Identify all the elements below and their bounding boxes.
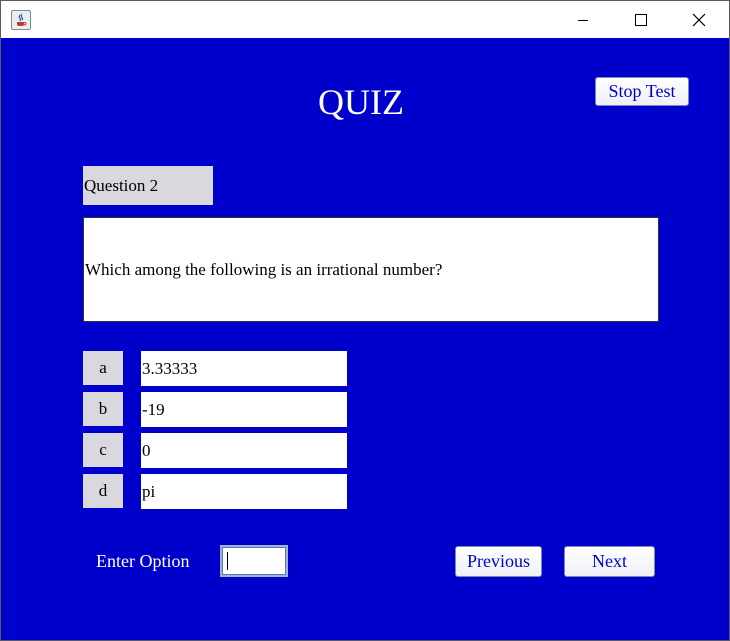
enter-option-label: Enter Option [96, 551, 190, 571]
close-icon [692, 13, 706, 26]
minimize-button[interactable] [554, 1, 612, 38]
question-number-label: Question 2 [83, 166, 213, 205]
question-text: Which among the following is an irration… [83, 217, 659, 322]
previous-button[interactable]: Previous [455, 546, 542, 577]
text-caret [227, 552, 228, 570]
quiz-panel: QUIZ Stop Test Question 2 Which among th… [1, 38, 729, 640]
option-a-key: a [83, 351, 123, 385]
maximize-button[interactable] [612, 1, 670, 38]
question-text-value: Which among the following is an irration… [85, 259, 443, 279]
option-a-value: 3.33333 [141, 351, 347, 386]
option-b-value: -19 [141, 392, 347, 427]
quiz-window: QUIZ Stop Test Question 2 Which among th… [0, 0, 730, 641]
stop-test-button[interactable]: Stop Test [595, 77, 689, 106]
title-bar [1, 1, 729, 38]
option-c-value: 0 [141, 433, 347, 468]
next-button[interactable]: Next [564, 546, 655, 577]
enter-option-input[interactable] [220, 545, 288, 577]
maximize-icon [635, 13, 647, 26]
option-b-key: b [83, 392, 123, 426]
page-title: QUIZ [318, 82, 404, 122]
java-app-icon[interactable] [11, 10, 31, 30]
minimize-icon [578, 19, 588, 21]
option-d-key: d [83, 474, 123, 508]
close-button[interactable] [670, 1, 728, 38]
option-c-key: c [83, 433, 123, 467]
option-d-value: pi [141, 474, 347, 509]
